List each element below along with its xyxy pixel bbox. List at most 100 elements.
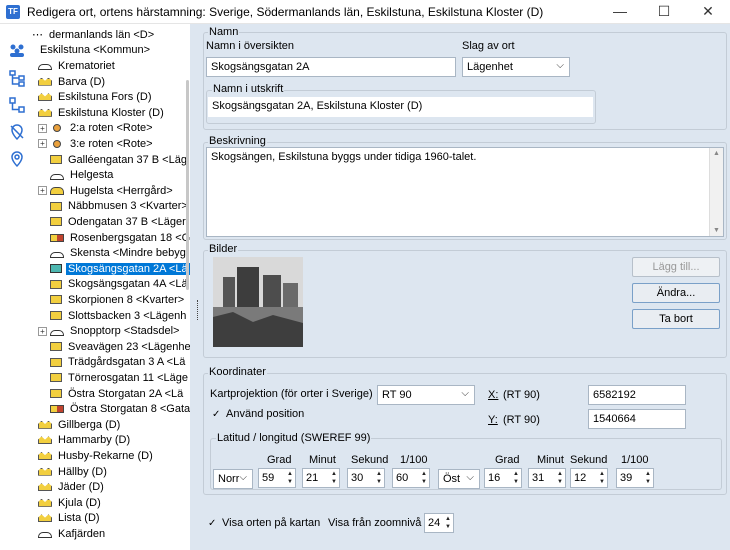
place-tree[interactable]: ⋯ dermanlands län <D> Eskilstuna <Kommun> K…: [32, 24, 190, 550]
lat-grad-spinner[interactable]: 59 ▲ ▼: [258, 468, 296, 488]
tree-item[interactable]: Trädgårdsgatan 3 A <Lä: [50, 355, 187, 371]
beskrivning-textarea[interactable]: Skogsängen, Eskilstuna byggs under tidig…: [206, 147, 724, 237]
tree-item[interactable]: Eskilstuna Kloster (D): [38, 105, 166, 121]
expand-icon[interactable]: +: [38, 186, 47, 196]
tree-item[interactable]: +2:a roten <Rote>: [38, 121, 155, 137]
tree-item[interactable]: Törnerosgatan 11 <Läge: [50, 370, 190, 386]
lat-direction-select[interactable]: Norr ⌵: [213, 469, 253, 489]
lon-sekund-header: Sekund: [570, 454, 608, 466]
latlon-title: Latitud / longitud (SWEREF 99): [216, 432, 372, 444]
tree-item[interactable]: +3:e roten <Rote>: [38, 136, 155, 152]
tree-scrollbar[interactable]: [186, 80, 189, 290]
show-on-map-checkbox[interactable]: ✓ Visa orten på kartan: [208, 517, 320, 529]
projection-select[interactable]: RT 90 ⌵: [377, 385, 475, 405]
tree-item[interactable]: Hällby (D): [38, 464, 109, 480]
tree-item-label: Östra Storgatan 8 <Gata: [70, 403, 190, 416]
tree-item[interactable]: Eskilstuna Fors (D): [38, 89, 154, 105]
tree-item[interactable]: + Snopptorp <Stadsdel>: [38, 323, 181, 339]
spin-arrows-icon[interactable]: ▲ ▼: [331, 470, 337, 486]
tree-item[interactable]: Helgesta: [50, 167, 115, 183]
lon-direction-value: Öst: [443, 473, 461, 485]
beskrivning-scrollbar[interactable]: ▲ ▼: [709, 148, 723, 236]
spin-arrows-icon[interactable]: ▲ ▼: [445, 515, 451, 531]
tree-item[interactable]: Husby-Rekarne (D): [38, 448, 155, 464]
tree-item[interactable]: Hammarby (D): [38, 433, 132, 449]
expand-icon[interactable]: +: [38, 326, 47, 336]
y-coordinate-input[interactable]: 1540664: [588, 409, 686, 429]
tree-item[interactable]: Östra Storgatan 8 <Gata: [50, 401, 190, 417]
tree-item[interactable]: Lista (D): [38, 511, 102, 527]
scroll-up-icon[interactable]: ▲: [713, 150, 720, 157]
tree-item[interactable]: Jäder (D): [38, 479, 106, 495]
tree-item[interactable]: Barva (D): [38, 74, 107, 90]
lon-minut-header: Minut: [537, 454, 564, 466]
namn-group-title: Namn: [208, 26, 240, 38]
tree-item[interactable]: Galléengatan 37 B <Läg: [50, 152, 189, 168]
projection-label: Kartprojektion (för orter i Sverige): [210, 388, 373, 400]
x-coordinate-input[interactable]: 6582192: [588, 385, 686, 405]
lon-sekund-spinner[interactable]: 12 ▲ ▼: [570, 468, 608, 488]
use-position-checkbox[interactable]: ✓ Använd position: [212, 408, 304, 420]
tree-item[interactable]: Sveavägen 23 <Lägenhe: [50, 339, 190, 355]
tree-item[interactable]: Gillberga (D): [38, 417, 122, 433]
spin-arrows-icon[interactable]: ▲ ▼: [557, 470, 563, 486]
tree-item-label: dermanlands län <D>: [49, 28, 155, 41]
tree-structure-icon[interactable]: [8, 69, 26, 87]
tree-item[interactable]: Skogsängsgatan 4A <Lä: [50, 277, 190, 293]
lon-hundradel-spinner[interactable]: 39 ▲ ▼: [616, 468, 654, 488]
bldg-icon: [50, 217, 62, 227]
spin-arrows-icon[interactable]: ▲ ▼: [421, 470, 427, 486]
scroll-down-icon[interactable]: ▼: [713, 227, 720, 234]
utskrift-value[interactable]: Skogsängsgatan 2A, Eskilstuna Kloster (D…: [208, 97, 593, 117]
lon-minut-spinner[interactable]: 31 ▲ ▼: [528, 468, 566, 488]
remove-image-button[interactable]: Ta bort: [632, 309, 720, 329]
no-location-icon[interactable]: [8, 123, 26, 141]
town-icon: [38, 498, 52, 507]
tree-item[interactable]: ⋯ dermanlands län <D>: [32, 27, 156, 43]
tree-item[interactable]: Östra Storgatan 2A <Lä: [50, 386, 185, 402]
spin-arrows-icon[interactable]: ▲ ▼: [287, 470, 293, 486]
lon-direction-select[interactable]: Öst ⌵: [438, 469, 480, 489]
tree-item-label: Skorpionen 8 <Kvarter>: [68, 293, 185, 306]
spin-arrows-icon[interactable]: ▲ ▼: [599, 470, 605, 486]
tree-item[interactable]: Skorpionen 8 <Kvarter>: [50, 292, 186, 308]
lon-grad-spinner[interactable]: 16 ▲ ▼: [484, 468, 522, 488]
maximize-button[interactable]: ☐: [642, 0, 686, 24]
tree-item[interactable]: Krematoriet: [38, 58, 117, 74]
tree-item[interactable]: Skensta <Mindre bebyg: [50, 245, 188, 261]
tree-item[interactable]: Kjula (D): [38, 495, 103, 511]
x-label: X:: [488, 389, 499, 401]
place-photo[interactable]: [213, 257, 303, 347]
expand-icon[interactable]: +: [38, 123, 47, 133]
spin-arrows-icon[interactable]: ▲ ▼: [376, 470, 382, 486]
spin-arrows-icon[interactable]: ▲ ▼: [645, 470, 651, 486]
people-icon[interactable]: [8, 42, 26, 60]
oversikt-input[interactable]: Skogsängsgatan 2A: [206, 57, 456, 77]
town-icon: [38, 451, 52, 460]
tree-item[interactable]: Kafjärden: [38, 526, 107, 542]
splitter-handle[interactable]: [197, 300, 199, 320]
zoom-value: 24: [428, 517, 441, 529]
add-image-button[interactable]: Lägg till...: [632, 257, 720, 277]
lat-sekund-spinner[interactable]: 30 ▲ ▼: [347, 468, 385, 488]
edit-image-button[interactable]: Ändra...: [632, 283, 720, 303]
tree-item[interactable]: Eskilstuna <Kommun>: [38, 43, 152, 59]
spin-arrows-icon[interactable]: ▲ ▼: [513, 470, 519, 486]
minimize-button[interactable]: —: [598, 0, 642, 24]
tree-item-label: Skensta <Mindre bebyg: [70, 247, 186, 260]
tree-item[interactable]: Slottsbacken 3 <Lägenh: [50, 308, 188, 324]
slag-select[interactable]: Lägenhet ⌵: [462, 57, 570, 77]
tree-item[interactable]: Rosenbergsgatan 18 <G: [50, 230, 190, 246]
tree-item[interactable]: Odengatan 37 B <Läger: [50, 214, 188, 230]
location-pin-icon[interactable]: [8, 150, 26, 168]
tree-item[interactable]: + Hugelsta <Herrgård>: [38, 183, 175, 199]
close-button[interactable]: ✕: [686, 0, 730, 24]
lat-hundradel-spinner[interactable]: 60 ▲ ▼: [392, 468, 430, 488]
tree-item[interactable]: Näbbmusen 3 <Kvarter>: [50, 199, 190, 215]
lat-minut-spinner[interactable]: 21 ▲ ▼: [302, 468, 340, 488]
zoom-spinner[interactable]: 24 ▲ ▼: [424, 513, 454, 533]
hierarchy-icon[interactable]: [8, 96, 26, 114]
expand-icon[interactable]: +: [38, 139, 47, 149]
lon-minut-value: 31: [532, 472, 545, 484]
tree-item[interactable]: Skogsängsgatan 2A <Lä: [50, 261, 190, 277]
